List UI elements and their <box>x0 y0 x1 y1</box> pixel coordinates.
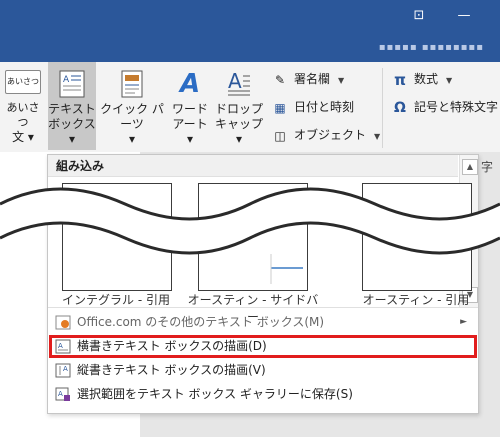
quickparts-label: クイック パーツ <box>100 102 164 131</box>
gallery-label: インテグラル - 引用 <box>62 293 170 307</box>
omega-icon: Ω <box>394 99 406 116</box>
object-label: オブジェクト <box>294 128 367 142</box>
chevron-down-icon: ▼ <box>446 76 453 85</box>
equation-label: 数式 <box>414 72 439 86</box>
object-button[interactable]: ◫ オブジェクト ▼ <box>272 124 380 146</box>
menu-item-label: 選択範囲をテキスト ボックス ギャラリーに保存(S) <box>77 387 353 401</box>
group-separator <box>382 68 383 148</box>
greeting-icon: あいさつ <box>5 70 41 94</box>
wordart-label-2: アート ▾ <box>172 117 208 146</box>
object-icon: ◫ <box>274 128 286 143</box>
textbox-label-2: ボックス ▾ <box>48 117 96 146</box>
vertical-textbox-icon: A <box>55 363 71 378</box>
ribbon-group-label-fragment: 字 <box>481 160 494 174</box>
dropcap-label: ドロップ <box>214 102 263 116</box>
menu-item-draw-vertical-textbox[interactable]: A 縦書きテキスト ボックスの描画(V) <box>49 359 477 382</box>
account-name[interactable]: ▪▪▪▪▪ ▪▪▪▪▪▪▪▪ <box>379 42 484 53</box>
scroll-up-icon[interactable]: ▲ <box>462 159 478 175</box>
greeting-label-2: 文 ▾ <box>12 130 34 144</box>
minimize-button[interactable]: — <box>451 6 477 26</box>
quickparts-button[interactable]: クイック パーツ ▾ <box>98 62 166 150</box>
quickparts-icon <box>121 70 143 98</box>
textbox-button[interactable]: A テキスト ボックス ▾ <box>48 62 96 150</box>
svg-text:A: A <box>63 365 68 373</box>
wordart-icon: A <box>179 69 201 99</box>
greeting-button[interactable]: あいさつ あいさつ 文 ▾ <box>2 62 44 150</box>
dropcap-icon: A <box>226 69 252 98</box>
menu-item-label: Office.com のその他のテキスト ボックス(M) <box>77 315 325 329</box>
menu-item-office-more[interactable]: Office.com のその他のテキスト ボックス(M) ► <box>49 311 477 334</box>
greeting-label: あいさつ <box>6 101 40 129</box>
office-icon <box>55 315 71 330</box>
svg-text:A: A <box>58 342 63 350</box>
symbol-button[interactable]: Ω 記号と特殊文字 <box>392 96 498 118</box>
chevron-down-icon: ▼ <box>338 76 345 85</box>
datetime-button[interactable]: ▦ 日付と時刻 <box>272 96 354 118</box>
svg-text:A: A <box>58 390 63 398</box>
dropcap-label-2: キャップ ▾ <box>214 117 263 146</box>
ribbon-insert-text-group: あいさつ あいさつ 文 ▾ A テキスト ボックス ▾ クイック パーツ ▾ A… <box>0 62 500 153</box>
quickparts-label-2: ▾ <box>128 132 136 146</box>
chevron-right-icon: ► <box>460 317 467 327</box>
menu-item-save-to-gallery[interactable]: A 選択範囲をテキスト ボックス ギャラリーに保存(S) <box>49 383 477 406</box>
svg-text:A: A <box>228 70 242 93</box>
signature-line-button[interactable]: ✎ 署名欄 ▼ <box>272 68 344 90</box>
equation-button[interactable]: π 数式 ▼ <box>392 68 452 90</box>
save-gallery-icon: A <box>55 387 71 402</box>
chevron-down-icon: ▼ <box>374 132 381 141</box>
signature-label: 署名欄 <box>294 72 331 86</box>
svg-text:A: A <box>63 75 70 85</box>
ribbon-display-options-icon[interactable]: ⊡ <box>406 6 432 26</box>
menu-item-draw-horizontal-textbox[interactable]: A 横書きテキスト ボックスの描画(D) <box>49 335 477 358</box>
title-bar: ⊡ — ▪▪▪▪▪ ▪▪▪▪▪▪▪▪ <box>0 0 500 62</box>
gallery-header: 組み込み <box>48 155 458 177</box>
symbol-label: 記号と特殊文字 <box>414 100 499 114</box>
horizontal-textbox-icon: A <box>55 339 71 354</box>
dropcap-button[interactable]: A ドロップ キャップ ▾ <box>214 62 264 150</box>
signature-icon: ✎ <box>274 72 286 87</box>
wordart-label: ワード <box>171 102 208 116</box>
datetime-label: 日付と時刻 <box>294 100 355 114</box>
pi-icon: π <box>394 70 406 89</box>
textbox-icon: A <box>59 70 85 98</box>
menu-item-label: 横書きテキスト ボックスの描画(D) <box>77 339 267 353</box>
menu-item-label: 縦書きテキスト ボックスの描画(V) <box>77 363 266 377</box>
wordart-button[interactable]: A ワード アート ▾ <box>168 62 212 150</box>
calendar-icon: ▦ <box>274 100 286 115</box>
menu-divider <box>48 307 478 308</box>
torn-edge-decoration <box>0 187 500 255</box>
textbox-label: テキスト <box>48 102 96 116</box>
gallery-label: オースティン - 引用 <box>362 293 470 307</box>
